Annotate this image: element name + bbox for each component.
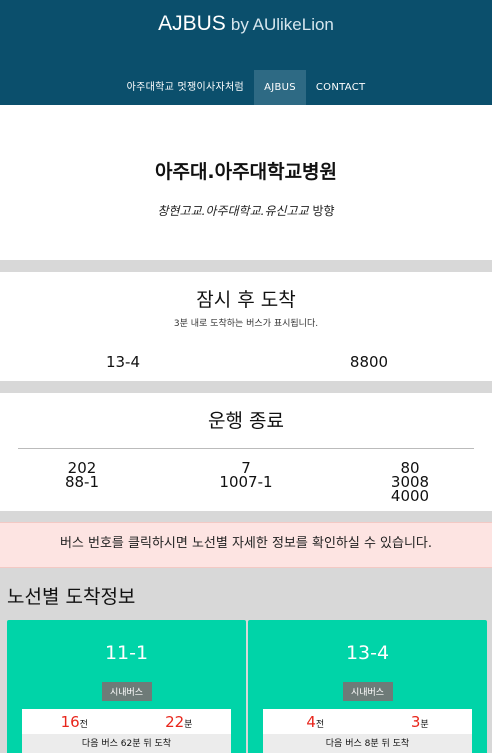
brand-title: AJBUS — [158, 12, 226, 35]
route-number: 11-1 — [104, 642, 149, 664]
notice-banner: 버스 번호를 클릭하시면 노선별 자세한 정보를 확인하실 수 있습니다. — [0, 522, 492, 568]
arriving-bus[interactable]: 13-4 — [0, 353, 246, 371]
bus-type-badge: 시내버스 — [342, 682, 393, 701]
route-number: 13-4 — [345, 642, 390, 664]
next-suffix: 분 뒤 도착 — [132, 739, 172, 749]
arriving-bus[interactable]: 8800 — [246, 353, 492, 371]
minutes-value: 3 — [410, 712, 421, 731]
stop-info: 아주대.아주대학교병원 창현고교.아주대학교.유신고교 방향 — [0, 105, 492, 260]
stop-direction: 창현고교.아주대학교.유신고교 방향 — [0, 202, 492, 219]
arriving-title: 잠시 후 도착 — [196, 289, 296, 311]
brand-subtitle: by AUlikeLion — [230, 15, 334, 34]
divider — [18, 448, 474, 449]
app-header: AJBUS by AUlikeLion 아주대학교 멋쟁이사자처럼 AJBUS … — [0, 0, 492, 105]
next-prefix: 다음 버스 — [81, 739, 118, 749]
stops-value: 4 — [306, 712, 316, 731]
stops-away: 4전 — [263, 713, 368, 731]
direction-suffix: 방향 — [312, 204, 335, 218]
arrival-times: 4전 3분 — [263, 709, 472, 734]
routes-title: 노선별 도착정보 — [7, 586, 136, 608]
ended-title: 운행 종료 — [208, 410, 284, 432]
minutes-away: 3분 — [368, 713, 473, 731]
route-card[interactable]: 11-1 시내버스 16전 22분 다음 버스 62분 뒤 도착 — [7, 620, 246, 753]
ended-bus[interactable]: 4000 — [328, 489, 492, 504]
bus-type-badge: 시내버스 — [101, 682, 152, 701]
stops-away: 16전 — [22, 713, 127, 731]
ended-bus[interactable]: 88-1 — [0, 475, 164, 490]
next-bus-info: 다음 버스 62분 뒤 도착 — [22, 734, 231, 753]
brand-logo[interactable]: AJBUS by AUlikeLion — [0, 12, 492, 36]
nav-item-likelion[interactable]: 아주대학교 멋쟁이사자처럼 — [117, 70, 254, 105]
next-suffix: 분 뒤 도착 — [370, 739, 410, 749]
ended-column: 7 1007-1 — [164, 461, 328, 503]
stop-title: 아주대.아주대학교병원 — [154, 161, 338, 183]
route-card[interactable]: 13-4 시내버스 4전 3분 다음 버스 8분 뒤 도착 — [248, 620, 487, 753]
nav-item-ajbus[interactable]: AJBUS — [254, 70, 306, 105]
ended-column: 80 3008 4000 — [328, 461, 492, 504]
minutes-unit: 분 — [420, 719, 429, 730]
arriving-soon-section: 잠시 후 도착 3분 내로 도착하는 버스가 표시됩니다. 13-4 8800 — [0, 272, 492, 381]
ended-bus[interactable]: 1007-1 — [164, 475, 328, 490]
next-prefix: 다음 버스 — [325, 739, 362, 749]
arriving-subtitle: 3분 내로 도착하는 버스가 표시됩니다. — [173, 319, 319, 329]
nav-item-contact[interactable]: CONTACT — [306, 70, 376, 105]
minutes-away: 22분 — [127, 713, 232, 731]
main-nav: 아주대학교 멋쟁이사자처럼 AJBUS CONTACT — [0, 70, 492, 105]
next-bus-info: 다음 버스 8분 뒤 도착 — [263, 734, 472, 753]
next-value: 62 — [120, 739, 133, 749]
stops-value: 16 — [60, 712, 80, 731]
direction-stops: 창현고교.아주대학교.유신고교 — [157, 204, 309, 218]
stops-unit: 전 — [79, 719, 88, 730]
ended-column: 202 88-1 — [0, 461, 164, 503]
minutes-unit: 분 — [184, 719, 193, 730]
arrival-times: 16전 22분 — [22, 709, 231, 734]
minutes-value: 22 — [165, 712, 185, 731]
service-ended-section: 운행 종료 202 88-1 7 1007-1 80 3008 4000 — [0, 393, 492, 511]
stops-unit: 전 — [315, 719, 325, 730]
route-cards: 11-1 시내버스 16전 22분 다음 버스 62분 뒤 도착 13-4 시내… — [0, 620, 492, 753]
